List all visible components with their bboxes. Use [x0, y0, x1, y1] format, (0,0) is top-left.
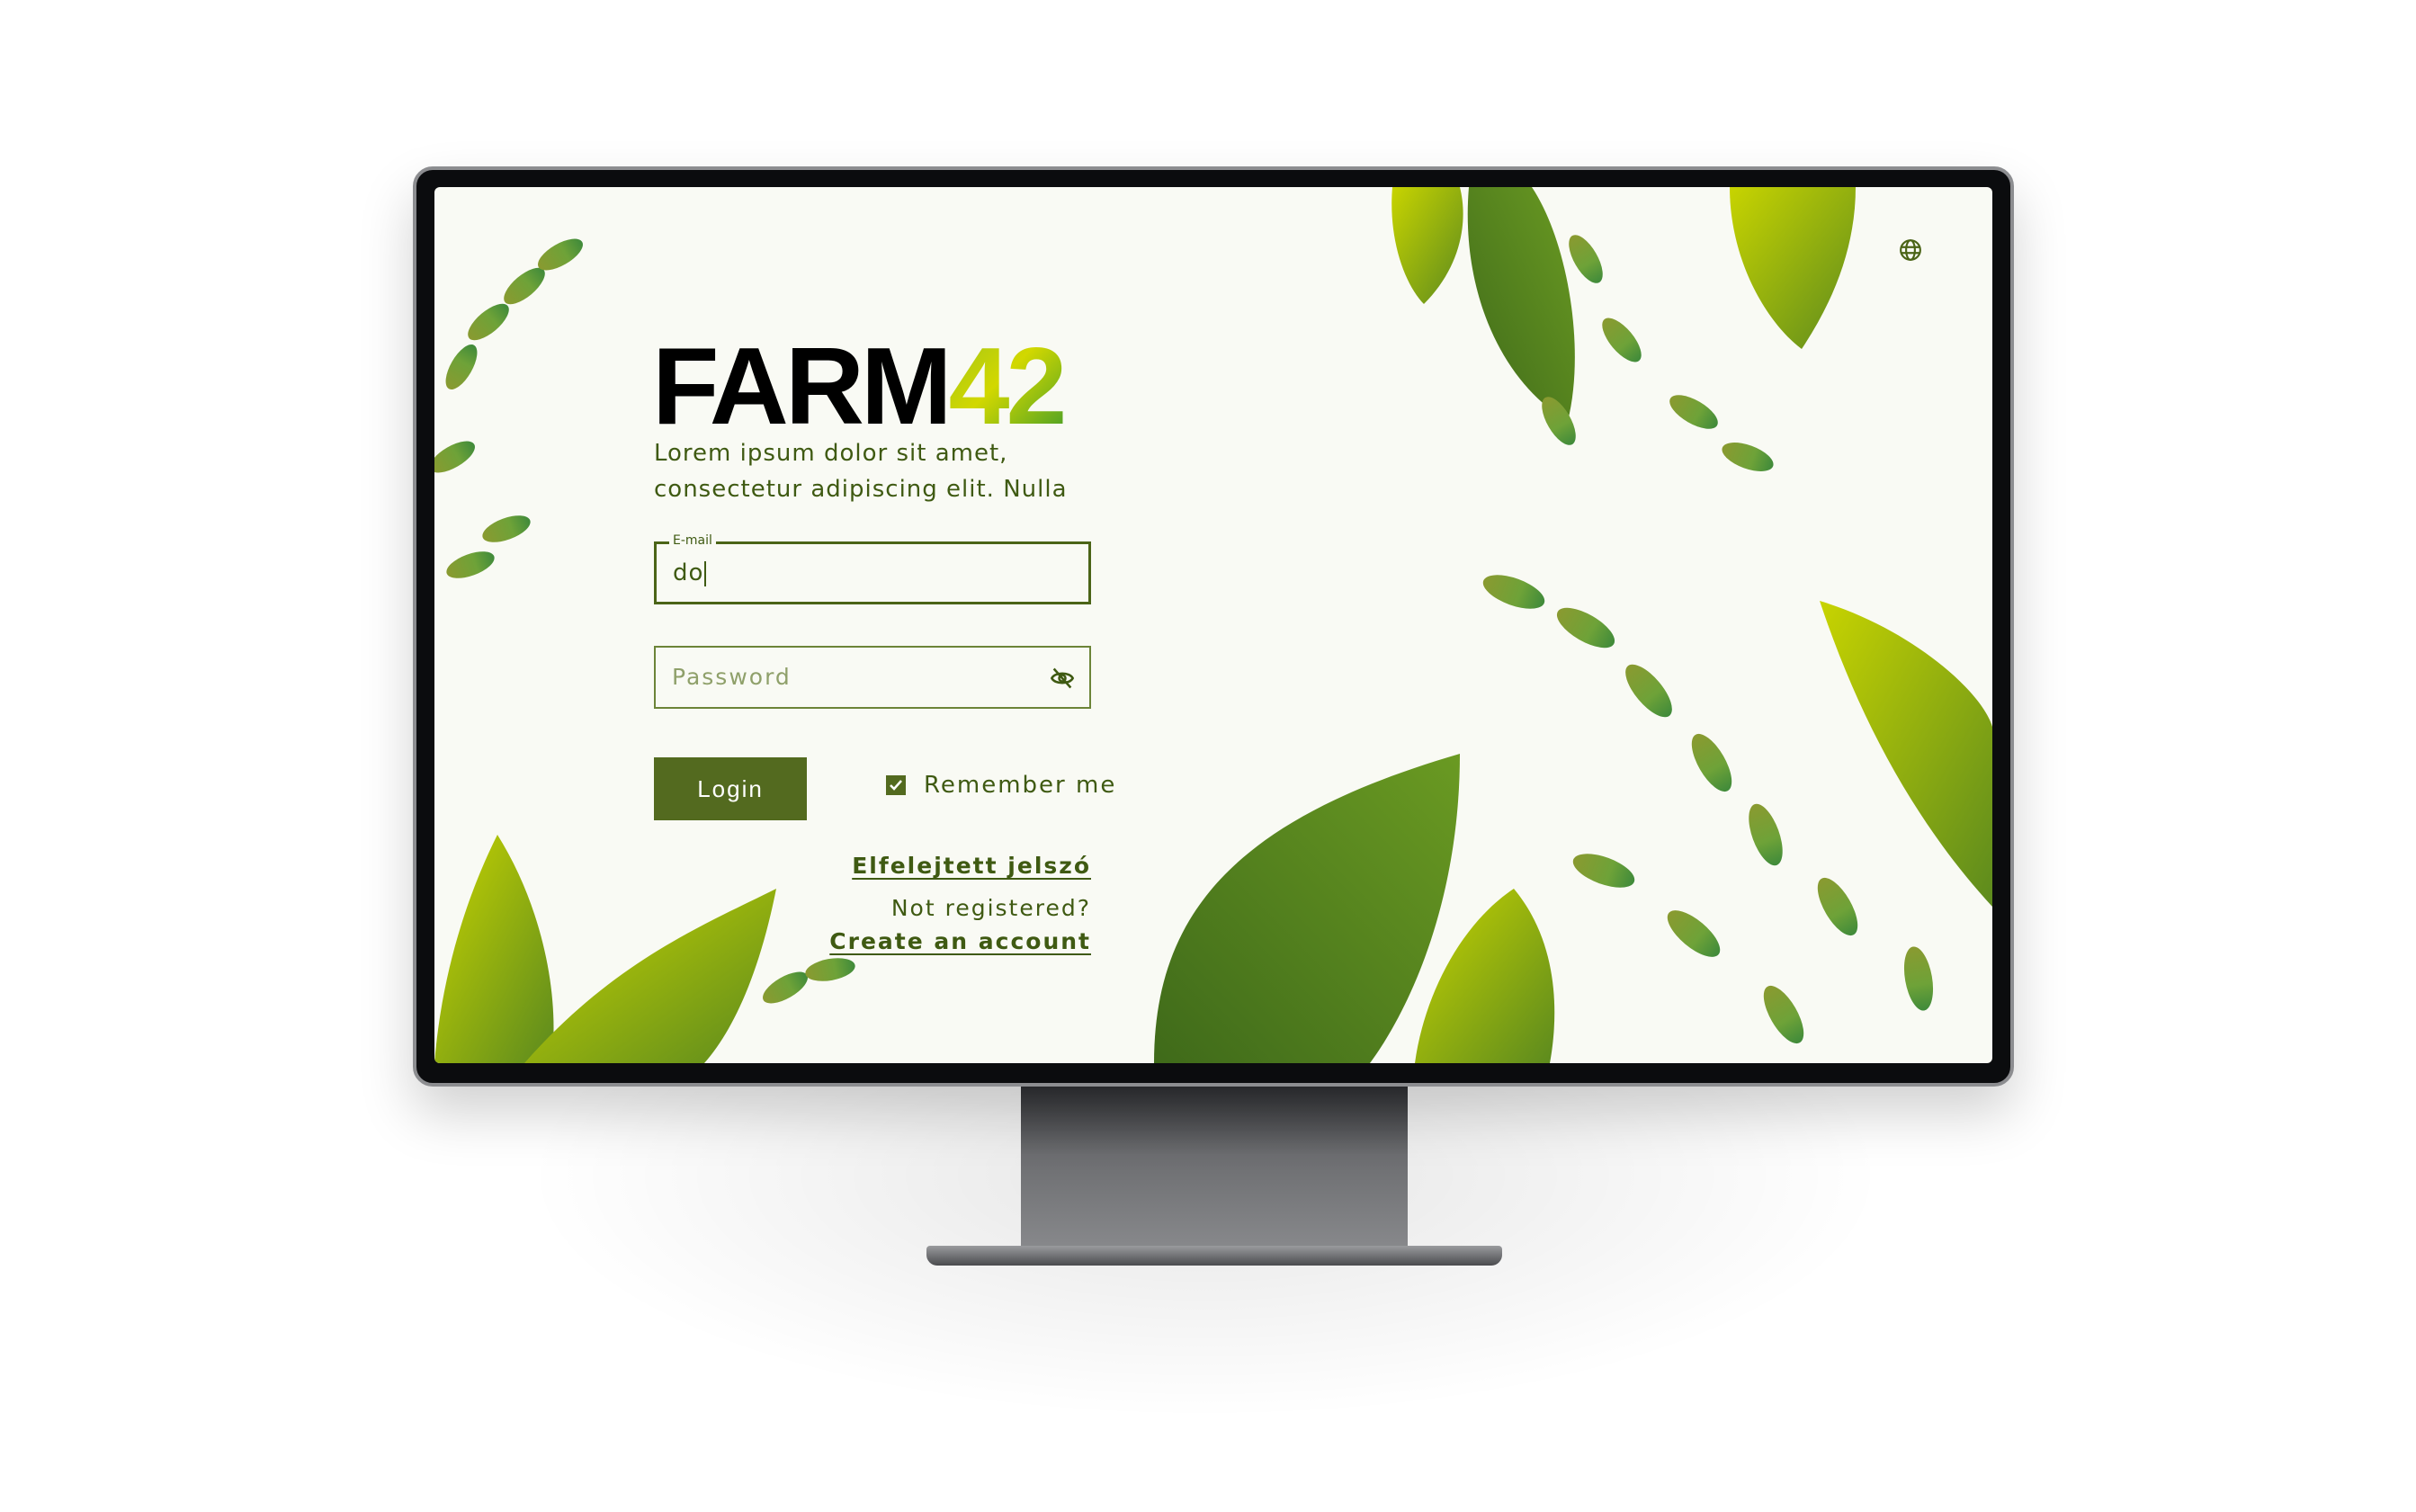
leaf-decoration	[434, 187, 1992, 1063]
email-text: do	[673, 559, 704, 586]
email-value: do	[673, 559, 707, 586]
logo-number: 42	[948, 325, 1068, 447]
text-caret	[704, 560, 707, 586]
tagline: Lorem ipsum dolor sit amet, consectetur …	[654, 435, 1122, 507]
remember-me-checkbox[interactable]: Remember me	[886, 772, 1116, 799]
tagline-line-1: Lorem ipsum dolor sit amet,	[654, 440, 1008, 467]
tagline-line-2: consectetur adipiscing elit. Nulla	[654, 476, 1068, 503]
remember-me-label: Remember me	[924, 772, 1117, 799]
eye-off-icon[interactable]	[1050, 666, 1075, 691]
create-account-link[interactable]: Create an account	[829, 928, 1091, 954]
monitor-base	[926, 1246, 1502, 1266]
top-right-leaves	[1391, 187, 1856, 421]
password-field[interactable]: Password	[654, 646, 1091, 709]
right-leaves	[1820, 601, 1992, 907]
email-label: E-mail	[669, 533, 716, 548]
not-registered-text: Not registered?	[890, 895, 1091, 921]
monitor-stand	[1021, 1087, 1408, 1257]
bottom-center-leaves	[1154, 754, 1555, 1063]
globe-icon[interactable]	[1899, 238, 1922, 262]
logo-word: FARM	[652, 325, 953, 447]
farm42-logo: FARM42	[652, 331, 1067, 441]
login-button[interactable]: Login	[654, 757, 807, 820]
forgot-password-link[interactable]: Elfelejtett jelszó	[852, 853, 1091, 879]
checkbox-checked-icon[interactable]	[886, 775, 906, 795]
email-field[interactable]: E-mail do	[654, 533, 1091, 604]
login-screen: FARM42 Lorem ipsum dolor sit amet, conse…	[434, 187, 1992, 1063]
bottom-left-leaves	[434, 835, 776, 1063]
password-placeholder: Password	[672, 664, 792, 690]
